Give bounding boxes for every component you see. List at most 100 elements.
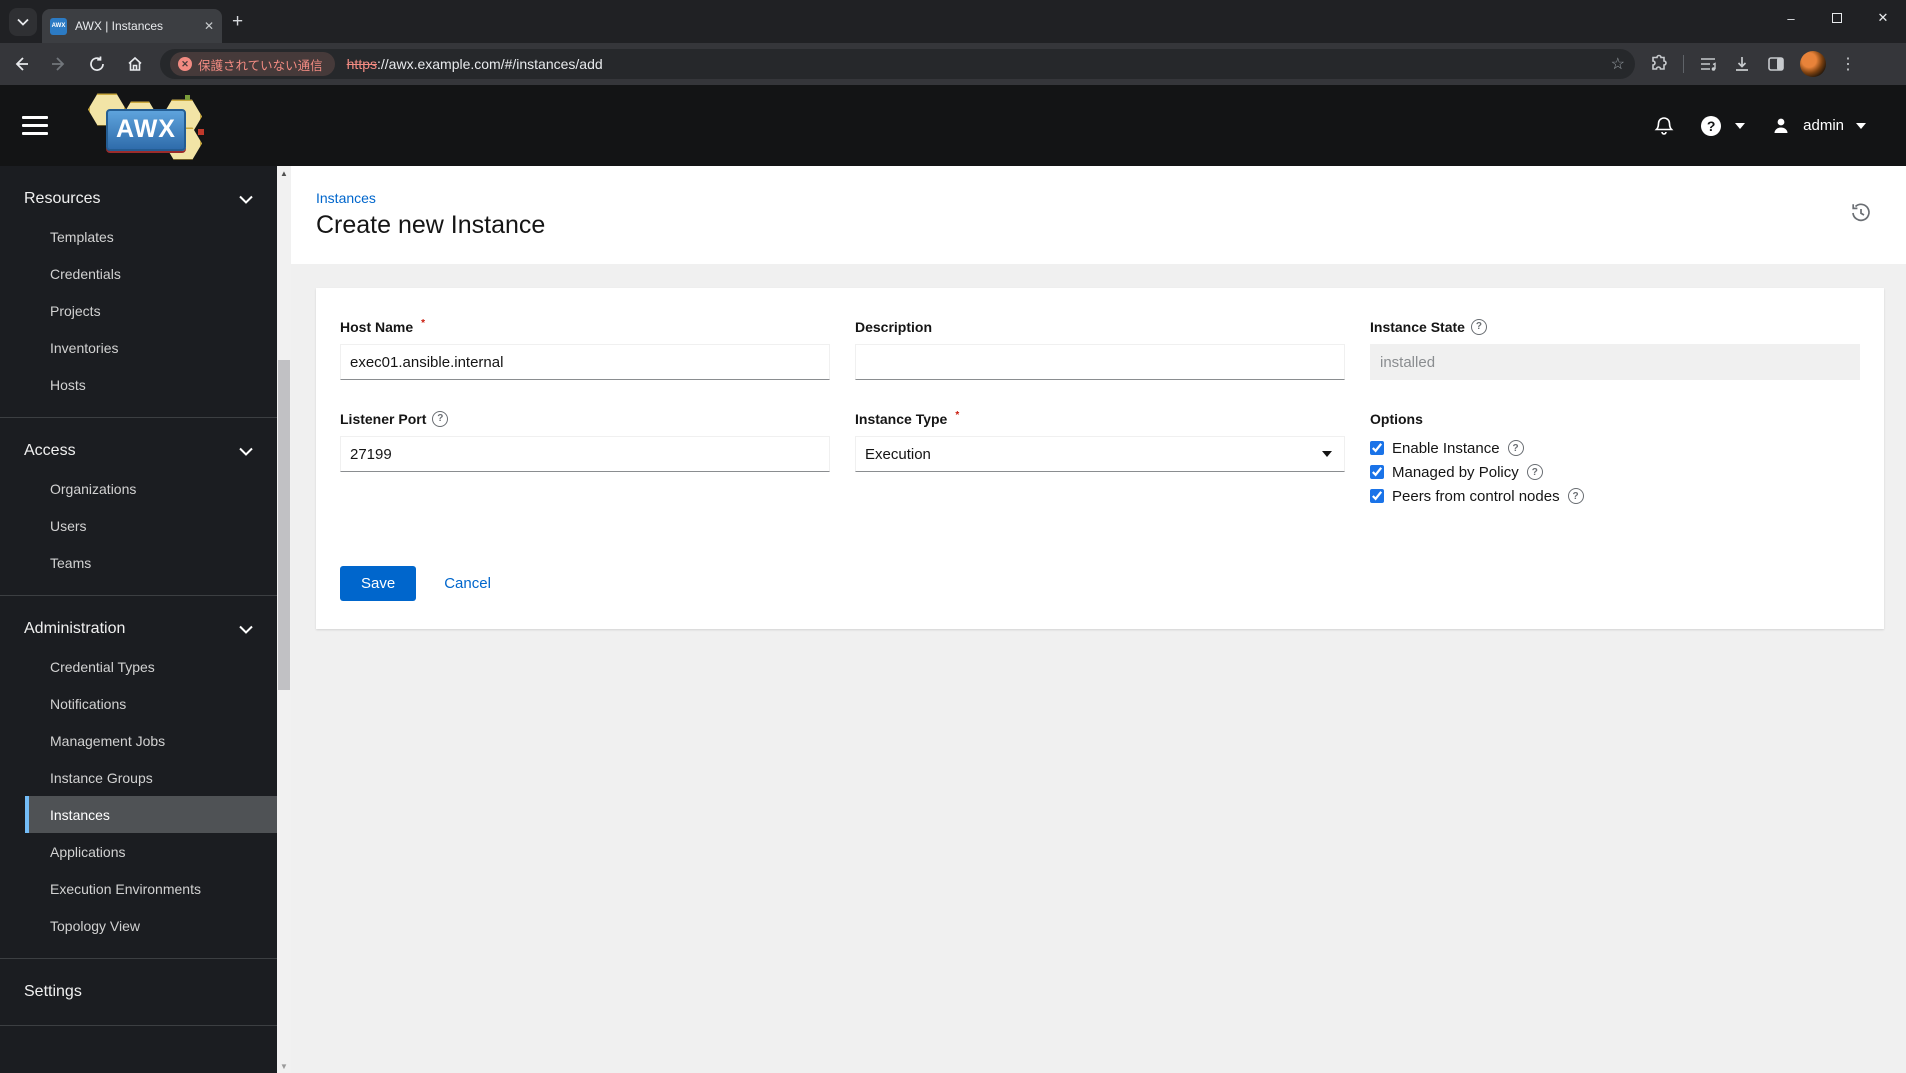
sidebar-item-management-jobs[interactable]: Management Jobs — [25, 722, 277, 759]
option-peers-from-control-nodes: Peers from control nodes ? — [1370, 484, 1860, 508]
address-bar[interactable]: ✕ 保護されていない通信 https://awx.example.com/#/i… — [160, 49, 1635, 79]
extensions-icon[interactable] — [1649, 54, 1669, 74]
listener-port-input[interactable] — [340, 436, 830, 472]
new-tab-button[interactable]: + — [232, 12, 243, 31]
media-controls-icon[interactable] — [1698, 54, 1718, 74]
user-icon — [1774, 118, 1788, 133]
toolbar-divider — [1683, 55, 1684, 73]
sidebar-item-applications[interactable]: Applications — [25, 833, 277, 870]
instance-type-label: Instance Type * — [855, 410, 960, 427]
sidebar-item-instance-groups[interactable]: Instance Groups — [25, 759, 277, 796]
nav-group-settings: Settings — [0, 959, 277, 1026]
back-button[interactable] — [4, 47, 38, 81]
scrollbar-down-arrow[interactable]: ▼ — [277, 1059, 291, 1073]
window-close-button[interactable]: ✕ — [1860, 0, 1906, 36]
option-enable-instance: Enable Instance ? — [1370, 436, 1860, 460]
browser-tab-strip: AWX AWX | Instances ✕ + – ✕ — [0, 0, 1906, 43]
field-instance-state: Instance State ? — [1370, 318, 1860, 380]
save-button[interactable]: Save — [340, 566, 417, 601]
chevron-down-icon — [239, 447, 253, 456]
awx-logo[interactable]: AWX — [86, 93, 206, 160]
page-title: Create new Instance — [316, 211, 546, 239]
scrollbar-thumb[interactable] — [278, 360, 290, 690]
sidebar-item-execution-environments[interactable]: Execution Environments — [25, 870, 277, 907]
masthead-actions: ? admin — [1653, 115, 1866, 137]
field-options: Options Enable Instance ? Managed by Pol… — [1370, 410, 1860, 508]
instance-state-label: Instance State ? — [1370, 318, 1860, 335]
home-icon — [128, 56, 142, 71]
host-name-label: Host Name * — [340, 318, 426, 335]
field-listener-port: Listener Port ? — [340, 410, 830, 508]
sidebar-item-users[interactable]: Users — [25, 507, 277, 544]
required-asterisk: * — [955, 410, 960, 421]
sidebar-item-topology-view[interactable]: Topology View — [25, 907, 277, 944]
security-chip[interactable]: ✕ 保護されていない通信 — [170, 52, 335, 76]
instance-state-input — [1370, 344, 1860, 380]
description-input[interactable] — [855, 344, 1345, 380]
form-actions: Save Cancel — [340, 566, 1860, 601]
sidebar-nav: Resources Templates Credentials Projects… — [0, 166, 277, 1073]
window-maximize-button[interactable] — [1814, 0, 1860, 36]
sidebar-item-instances[interactable]: Instances — [25, 796, 277, 833]
toolbar-icons: ⋮ — [1649, 51, 1856, 77]
sidebar-item-inventories[interactable]: Inventories — [25, 329, 277, 366]
nav-toggle-hamburger-icon[interactable] — [22, 116, 48, 135]
help-icon[interactable]: ? — [1470, 318, 1487, 335]
breadcrumb-instances-link[interactable]: Instances — [316, 190, 376, 206]
help-icon[interactable]: ? — [1507, 440, 1524, 456]
maximize-icon — [1832, 13, 1842, 23]
profile-avatar[interactable] — [1800, 51, 1826, 77]
instance-type-select[interactable]: Execution — [855, 436, 1345, 472]
bookmark-star-icon[interactable]: ☆ — [1611, 54, 1625, 74]
sidebar-item-templates[interactable]: Templates — [25, 218, 277, 255]
chevron-down-icon — [17, 18, 29, 26]
instance-type-value: Execution — [865, 445, 931, 463]
scrollbar-up-arrow[interactable]: ▲ — [277, 166, 291, 180]
help-icon[interactable]: ? — [1526, 464, 1543, 480]
sidebar-item-credentials[interactable]: Credentials — [25, 255, 277, 292]
home-button[interactable] — [118, 47, 152, 81]
nav-header-resources[interactable]: Resources — [0, 180, 277, 218]
help-menu[interactable]: ? — [1701, 115, 1746, 136]
logo-dot — [198, 128, 204, 135]
user-menu[interactable]: admin — [1771, 116, 1866, 136]
browser-menu-icon[interactable]: ⋮ — [1840, 54, 1856, 74]
sidebar-item-projects[interactable]: Projects — [25, 292, 277, 329]
instance-form: Host Name* Description Instance State ? — [340, 318, 1860, 508]
sidebar-item-credential-types[interactable]: Credential Types — [25, 648, 277, 685]
sidebar-item-notifications[interactable]: Notifications — [25, 685, 277, 722]
help-icon[interactable]: ? — [432, 410, 449, 427]
sidebar-item-teams[interactable]: Teams — [25, 544, 277, 581]
side-panel-icon[interactable] — [1766, 54, 1786, 74]
nav-header-administration[interactable]: Administration — [0, 610, 277, 648]
options-label: Options — [1370, 410, 1423, 427]
logo-dot — [185, 94, 190, 100]
managed-by-policy-checkbox[interactable] — [1370, 465, 1384, 479]
reload-button[interactable] — [80, 47, 114, 81]
forward-button[interactable] — [42, 47, 76, 81]
browser-tab[interactable]: AWX AWX | Instances ✕ — [42, 9, 222, 43]
field-host-name: Host Name * — [340, 318, 830, 380]
back-icon — [15, 57, 28, 71]
window-minimize-button[interactable]: – — [1768, 0, 1814, 36]
history-icon[interactable] — [1850, 202, 1872, 224]
url-rest: ://awx.example.com/#/instances/add — [377, 56, 603, 72]
cancel-button[interactable]: Cancel — [444, 575, 491, 592]
listener-port-label: Listener Port ? — [340, 410, 830, 427]
peers-from-control-nodes-checkbox[interactable] — [1370, 489, 1384, 503]
nav-header-access[interactable]: Access — [0, 432, 277, 470]
url-scheme: https — [346, 56, 377, 72]
help-icon[interactable]: ? — [1567, 488, 1584, 504]
sidebar-item-hosts[interactable]: Hosts — [25, 366, 277, 403]
url-text[interactable]: https://awx.example.com/#/instances/add — [347, 56, 603, 72]
notifications-bell-icon[interactable] — [1653, 115, 1675, 137]
sidebar-item-organizations[interactable]: Organizations — [25, 470, 277, 507]
download-icon[interactable] — [1732, 54, 1752, 74]
enable-instance-checkbox[interactable] — [1370, 441, 1384, 455]
host-name-input[interactable] — [340, 344, 830, 380]
browser-toolbar: ✕ 保護されていない通信 https://awx.example.com/#/i… — [0, 43, 1906, 85]
tab-close-icon[interactable]: ✕ — [204, 19, 214, 33]
sidebar-scrollbar[interactable]: ▲ ▼ — [277, 166, 291, 1073]
tab-search-button[interactable] — [9, 8, 37, 36]
nav-header-settings[interactable]: Settings — [0, 973, 277, 1011]
